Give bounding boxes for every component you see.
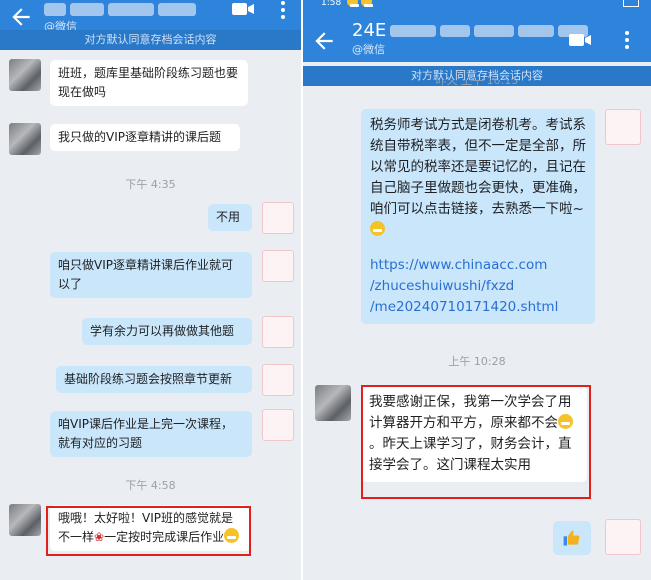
timestamp-partial: 昨天 上午 10:15: [435, 80, 519, 87]
status-emoji-icon: [361, 0, 373, 7]
article-link[interactable]: https://www.chinaacc.com /zhuceshuiwushi…: [370, 255, 586, 318]
more-options-icon[interactable]: [280, 0, 286, 20]
back-arrow-icon[interactable]: [8, 4, 34, 30]
chat-title: @微信: [44, 0, 200, 34]
agent-avatar[interactable]: [262, 364, 294, 396]
highlight-frame: [361, 385, 591, 499]
timestamp: 下午 4:58: [125, 479, 176, 492]
contact-avatar[interactable]: [315, 385, 351, 421]
more-options-icon[interactable]: [624, 30, 630, 50]
chat-header: 1:58 24E @微信: [303, 0, 651, 62]
agent-avatar[interactable]: [605, 519, 641, 555]
message-bubble[interactable]: 基础阶段练习题会按照章节更新: [56, 366, 252, 393]
agent-avatar[interactable]: [262, 202, 294, 234]
timestamp: 下午 4:35: [125, 178, 176, 191]
message-bubble[interactable]: [553, 521, 591, 555]
contact-name: 24E: [352, 20, 592, 41]
message-bubble[interactable]: 税务师考试方式是闭卷机考。考试系统自带税率表，但不一定是全部，所以常见的税率还是…: [361, 109, 595, 324]
battery-icon: [623, 0, 639, 7]
agent-avatar[interactable]: [262, 409, 294, 441]
message-bubble[interactable]: 班班，题库里基础阶段练习题也要现在做吗: [50, 60, 248, 106]
contact-avatar[interactable]: [9, 123, 41, 155]
timestamp: 上午 10:28: [448, 355, 506, 368]
right-chat-panel: 1:58 24E @微信 对方默认同意存档会话内容 昨天 上午 10:15 税务…: [303, 0, 651, 580]
status-emoji-icon: [347, 0, 359, 7]
back-arrow-icon[interactable]: [311, 28, 337, 54]
agent-avatar[interactable]: [262, 250, 294, 282]
video-call-icon[interactable]: [568, 31, 592, 49]
video-call-icon[interactable]: [231, 0, 255, 18]
agent-avatar[interactable]: [262, 316, 294, 348]
archive-notice: 对方默认同意存档会话内容: [0, 30, 301, 50]
contact-avatar[interactable]: [9, 59, 41, 91]
highlight-frame: [46, 506, 251, 556]
contact-avatar[interactable]: [9, 504, 41, 536]
contact-source: @微信: [352, 43, 385, 56]
chat-title: 24E @微信: [352, 20, 592, 57]
contact-name-blurred: [44, 0, 200, 18]
message-bubble[interactable]: 学有余力可以再做做其他题: [82, 318, 252, 345]
message-bubble[interactable]: 不用: [208, 204, 252, 231]
status-bar: 1:58: [303, 0, 651, 10]
message-bubble[interactable]: 咱只做VIP逐章精讲课后作业就可以了: [50, 252, 252, 298]
left-chat-panel: @微信 对方默认同意存档会话内容 班班，题库里基础阶段练习题也要现在做吗 我只做…: [0, 0, 301, 580]
message-bubble[interactable]: 咱VIP课后作业是上完一次课程，就有对应的习题: [50, 411, 252, 457]
message-bubble[interactable]: 我只做的VIP逐章精讲的课后题: [50, 124, 240, 151]
agent-avatar[interactable]: [605, 109, 641, 145]
thumbs-up-icon: [563, 530, 580, 546]
grin-emoji-icon: [370, 221, 385, 236]
